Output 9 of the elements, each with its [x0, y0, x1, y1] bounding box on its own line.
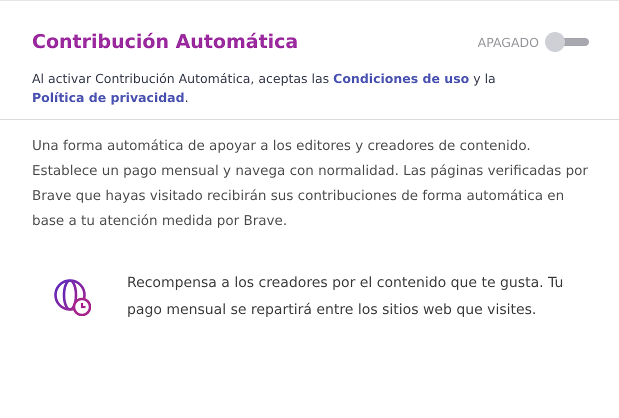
toggle-label: APAGADO	[478, 34, 539, 50]
globe-clock-icon	[53, 278, 91, 316]
terms-text: Al activar Contribución Automática, aceptas las Condiciones de uso y la Política de privacidad.	[32, 70, 497, 107]
description-text: Una forma automática de apoyar a los editores y creadores de contenido. Establece un pago mensual y navega con normalidad. Las páginas verificadas por Brave que hayas visitado recibirán sus contribuciones de forma automática en base a tu atención medida por Brave.	[32, 137, 589, 231]
toggle-switch[interactable]	[545, 32, 589, 52]
terms-link[interactable]: Condiciones de uso	[333, 71, 470, 86]
terms-link[interactable]: Política de privacidad	[32, 90, 185, 105]
feature-text: Recompensa a los creadores por el contenido que te gusta. Tu pago mensual se repartirá entre los sitios web que visites.	[127, 274, 564, 320]
panel-title: Contribución Automática	[32, 31, 298, 53]
